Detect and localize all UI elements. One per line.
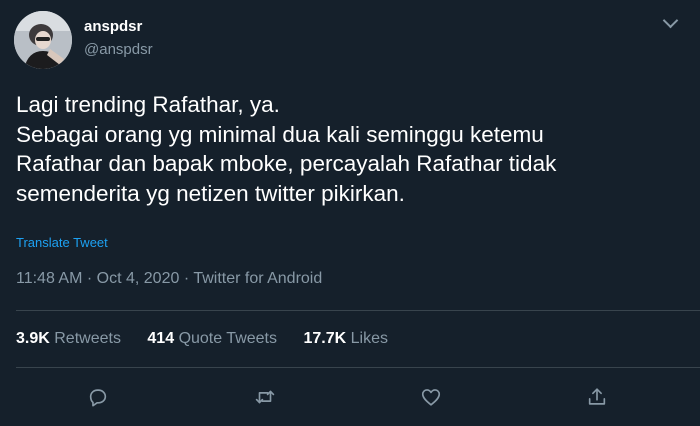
reply-icon: [89, 389, 107, 407]
divider: [16, 310, 700, 311]
chevron-down-icon: [662, 12, 678, 28]
translate-tweet-link[interactable]: Translate Tweet: [16, 235, 108, 250]
tweet-stats: 3.9K Retweets 414 Quote Tweets 17.7K Lik…: [16, 330, 410, 348]
tweet-text-line: Lagi trending Rafathar, ya.: [16, 92, 280, 117]
display-name[interactable]: anspdsr: [84, 18, 142, 35]
likes-count: 17.7K: [303, 330, 347, 347]
tweet-text-line: Sebagai orang yg minimal dua kali seming…: [16, 121, 544, 147]
quote-tweets-count: 414: [147, 330, 175, 347]
tweet-text-line: semenderita yg netizen twitter pikirkan.: [16, 180, 405, 206]
quote-tweets-label: Quote Tweets: [178, 330, 277, 347]
retweets-count: 3.9K: [16, 330, 50, 347]
heart-icon: [421, 389, 441, 406]
tweet-text-line: Rafathar dan bapak mboke, percayalah Raf…: [16, 151, 557, 176]
likes-label: Likes: [350, 330, 388, 347]
share-icon: [588, 388, 606, 405]
meta-separator: ·: [86, 270, 93, 287]
avatar[interactable]: [14, 11, 72, 69]
quote-tweets-stat[interactable]: 414 Quote Tweets: [147, 330, 277, 348]
reply-button[interactable]: [83, 382, 113, 412]
retweets-label: Retweets: [54, 330, 121, 347]
tweet-text: Lagi trending Rafathar, ya. Sebagai oran…: [16, 90, 686, 208]
action-bar: [0, 382, 700, 412]
tweet-time[interactable]: 11:48 AM: [16, 270, 82, 287]
tweet-card: anspdsr @anspdsr Lagi trending Rafathar,…: [0, 0, 700, 426]
tweet-source[interactable]: Twitter for Android: [193, 270, 322, 287]
retweet-button[interactable]: [250, 382, 280, 412]
handle[interactable]: @anspdsr: [84, 41, 153, 58]
like-button[interactable]: [416, 382, 446, 412]
likes-stat[interactable]: 17.7K Likes: [303, 330, 388, 348]
tweet-date[interactable]: Oct 4, 2020: [97, 270, 180, 287]
share-button[interactable]: [582, 382, 612, 412]
tweet-meta: 11:48 AM · Oct 4, 2020 · Twitter for And…: [16, 270, 322, 288]
more-options-button[interactable]: [657, 10, 683, 36]
meta-separator: ·: [183, 270, 190, 287]
divider: [16, 367, 700, 368]
retweets-stat[interactable]: 3.9K Retweets: [16, 330, 121, 348]
retweet-icon: [255, 390, 275, 404]
